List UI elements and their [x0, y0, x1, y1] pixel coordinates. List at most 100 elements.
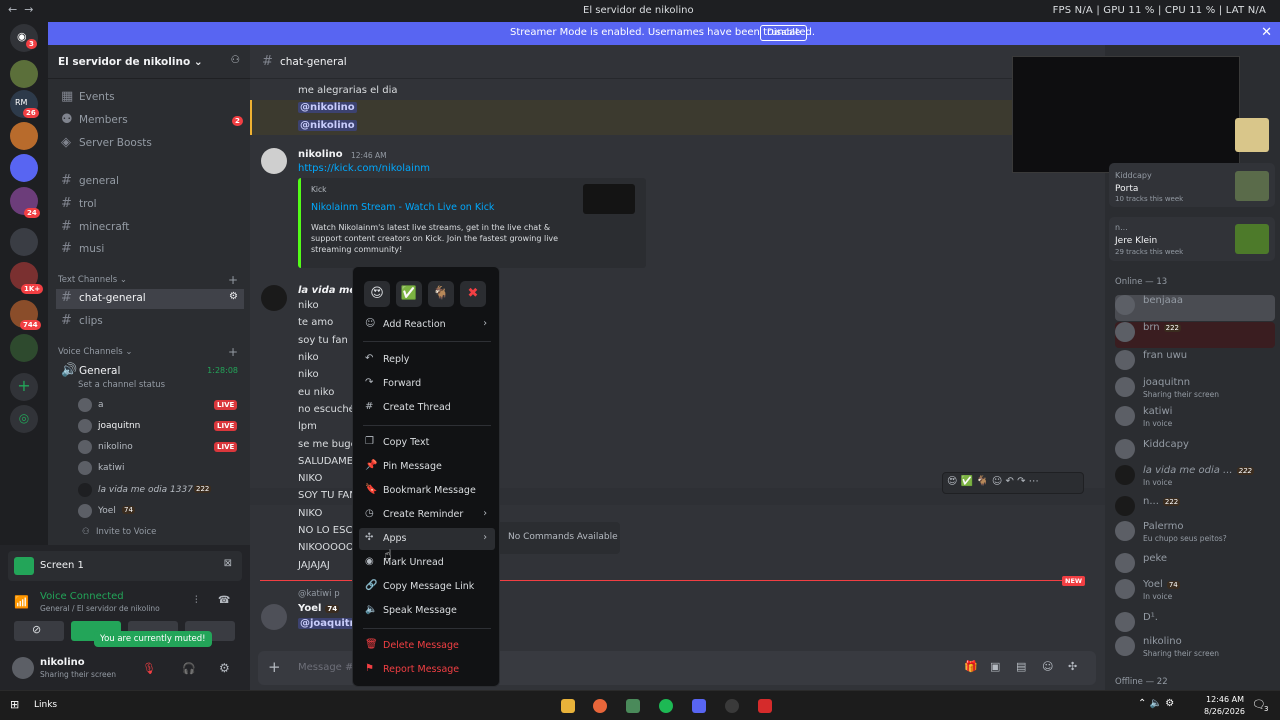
reaction-heart-eyes-icon[interactable]: 😍	[947, 476, 957, 487]
avatar[interactable]	[12, 657, 34, 679]
embed-title[interactable]: Nikolainm Stream - Watch Live on Kick	[311, 202, 494, 213]
member-item[interactable]: joaquitnn Sharing their screen	[1115, 377, 1275, 403]
sidebar-item-members[interactable]: ⚉ Members 2	[56, 111, 244, 131]
user-name[interactable]: nikolino	[40, 657, 85, 668]
server-icon[interactable]	[10, 228, 38, 256]
windows-start-icon[interactable]: ⊞	[10, 698, 19, 711]
message-author[interactable]: Yoel 74	[298, 603, 340, 614]
server-icon[interactable]	[10, 60, 38, 88]
back-forward-icons[interactable]: ← →	[8, 3, 33, 16]
spotify-icon[interactable]	[659, 699, 673, 713]
message-author[interactable]: nikolino	[298, 149, 343, 160]
forward-icon[interactable]: ↷	[1017, 476, 1025, 487]
voice-channels-category[interactable]: Voice Channels ⌄	[58, 347, 132, 357]
author-name[interactable]: Yoel	[298, 603, 321, 614]
add-server-icon[interactable]: +	[10, 373, 38, 401]
apps-icon[interactable]: ✣	[1068, 660, 1077, 673]
member-item[interactable]: brn 222	[1115, 322, 1275, 348]
noise-icon[interactable]: ⫶	[195, 595, 198, 606]
system-tray-icons[interactable]: ⌃ 🔈 ⚙	[1138, 698, 1174, 709]
attach-icon[interactable]: +	[268, 658, 281, 676]
member-item[interactable]: nikolino Sharing their screen	[1115, 636, 1275, 662]
member-item[interactable]: la vida me odia ... 222 In voice	[1115, 465, 1275, 491]
avatar[interactable]	[261, 604, 287, 630]
mic-muted-icon[interactable]: 🎙	[142, 662, 156, 675]
settings-icon[interactable]: ⚙	[229, 291, 238, 302]
reaction-goat-icon[interactable]: 🐐	[976, 476, 988, 487]
text-channels-category[interactable]: Text Channels ⌄	[58, 275, 127, 285]
server-icon-active[interactable]	[10, 154, 38, 182]
obs-icon[interactable]	[725, 699, 739, 713]
member-item[interactable]: fran uwu	[1115, 350, 1275, 376]
voice-connected-label[interactable]: Voice Connected	[40, 591, 124, 602]
menu-create-reminder[interactable]: ◷ Create Reminder ›	[359, 504, 495, 526]
quick-reaction-goat[interactable]: 🐐	[428, 281, 454, 307]
channel-chat-general[interactable]: # chat-general ⚙	[56, 289, 244, 309]
stream-preview[interactable]	[1012, 56, 1240, 173]
sidebar-item-boosts[interactable]: ◈ Server Boosts	[56, 134, 244, 154]
app-icon[interactable]	[758, 699, 772, 713]
channel-general[interactable]: # general	[56, 172, 244, 192]
member-item[interactable]: katiwi In voice	[1115, 406, 1275, 432]
channel-minecraft[interactable]: # minecraft	[56, 218, 244, 238]
menu-copy-text[interactable]: ❐ Copy Text	[359, 432, 495, 454]
message-input-placeholder[interactable]: Message #c	[298, 662, 359, 673]
avatar[interactable]	[261, 148, 287, 174]
menu-create-thread[interactable]: # Create Thread	[359, 397, 495, 419]
mention[interactable]: @nikolino	[298, 102, 357, 113]
discover-icon[interactable]: ◎	[10, 405, 38, 433]
quick-reaction-check[interactable]: ✅	[396, 281, 422, 307]
menu-apps[interactable]: ✣ Apps ›	[359, 528, 495, 550]
sticker-icon[interactable]: ▤	[1016, 660, 1026, 673]
gift-icon[interactable]: 🎁	[964, 660, 978, 673]
channel-status[interactable]: Set a channel status	[78, 380, 165, 390]
server-icon[interactable]	[10, 334, 38, 362]
stop-share-icon[interactable]: ⊠	[224, 558, 232, 569]
member-item[interactable]: n... 222	[1115, 496, 1275, 522]
video-button[interactable]: ⊘	[14, 621, 64, 641]
member-item[interactable]: peke	[1115, 553, 1275, 579]
menu-add-reaction[interactable]: ☺ Add Reaction ›	[359, 314, 495, 336]
mention[interactable]: @nikolino	[298, 120, 357, 131]
mention-line[interactable]: @nikolino	[298, 120, 357, 131]
quick-reaction-heart-eyes[interactable]: 😍	[364, 281, 390, 307]
voice-channel-general[interactable]: 🔊 General 1:28:08	[56, 362, 244, 382]
member-item[interactable]: Palermo Eu chupo seus peitos?	[1115, 521, 1275, 547]
menu-bookmark-message[interactable]: 🔖 Bookmark Message	[359, 480, 495, 502]
reaction-check-icon[interactable]: ✅	[961, 476, 973, 487]
server-header[interactable]: El servidor de nikolino ⌄ ⚇	[48, 45, 250, 79]
menu-mark-unread[interactable]: ◉ Mark Unread	[359, 552, 495, 574]
gif-icon[interactable]: ▣	[990, 660, 1000, 673]
quick-reaction-x[interactable]: ✖	[460, 281, 486, 307]
links-toolbar[interactable]: Links	[34, 700, 57, 710]
clock-date[interactable]: 8/26/2026	[1204, 707, 1245, 716]
app-icon[interactable]	[626, 699, 640, 713]
menu-report-message[interactable]: ⚑ Report Message	[359, 659, 495, 681]
emoji-icon[interactable]: ☺	[1042, 660, 1053, 673]
member-item[interactable]: Yoel 74 In voice	[1115, 579, 1275, 605]
menu-copy-message-link[interactable]: 🔗 Copy Message Link	[359, 576, 495, 598]
channel-clips[interactable]: # clips	[56, 312, 244, 332]
file-explorer-icon[interactable]	[561, 699, 575, 713]
reply-icon[interactable]: ↶	[1006, 476, 1014, 487]
message-hover-toolbar[interactable]: 😍 ✅ 🐐 ☺ ↶ ↷ ⋯	[942, 472, 1084, 494]
more-icon[interactable]: ⋯	[1029, 476, 1039, 487]
mention-line[interactable]: @nikolino	[298, 102, 357, 113]
disconnect-icon[interactable]: ☎	[218, 595, 230, 606]
channel-musi[interactable]: # musi	[56, 240, 244, 260]
add-channel-icon[interactable]: +	[228, 345, 238, 359]
add-member-icon[interactable]: ⚇	[231, 54, 240, 66]
menu-reply[interactable]: ↶ Reply	[359, 349, 495, 371]
reply-reference[interactable]: @katiwi p	[298, 589, 340, 599]
member-item[interactable]: D¹.	[1115, 612, 1275, 638]
menu-forward[interactable]: ↷ Forward	[359, 373, 495, 395]
menu-delete-message[interactable]: 🗑 Delete Message	[359, 635, 495, 657]
sidebar-item-events[interactable]: ▦ Events	[56, 88, 244, 108]
server-icon[interactable]	[10, 122, 38, 150]
menu-pin-message[interactable]: 📌 Pin Message	[359, 456, 495, 478]
channel-trol[interactable]: # trol	[56, 195, 244, 215]
add-reaction-icon[interactable]: ☺	[992, 476, 1002, 487]
avatar[interactable]	[261, 285, 287, 311]
add-channel-icon[interactable]: +	[228, 273, 238, 287]
screen-share-card[interactable]: Screen 1 ⊠	[8, 551, 242, 581]
